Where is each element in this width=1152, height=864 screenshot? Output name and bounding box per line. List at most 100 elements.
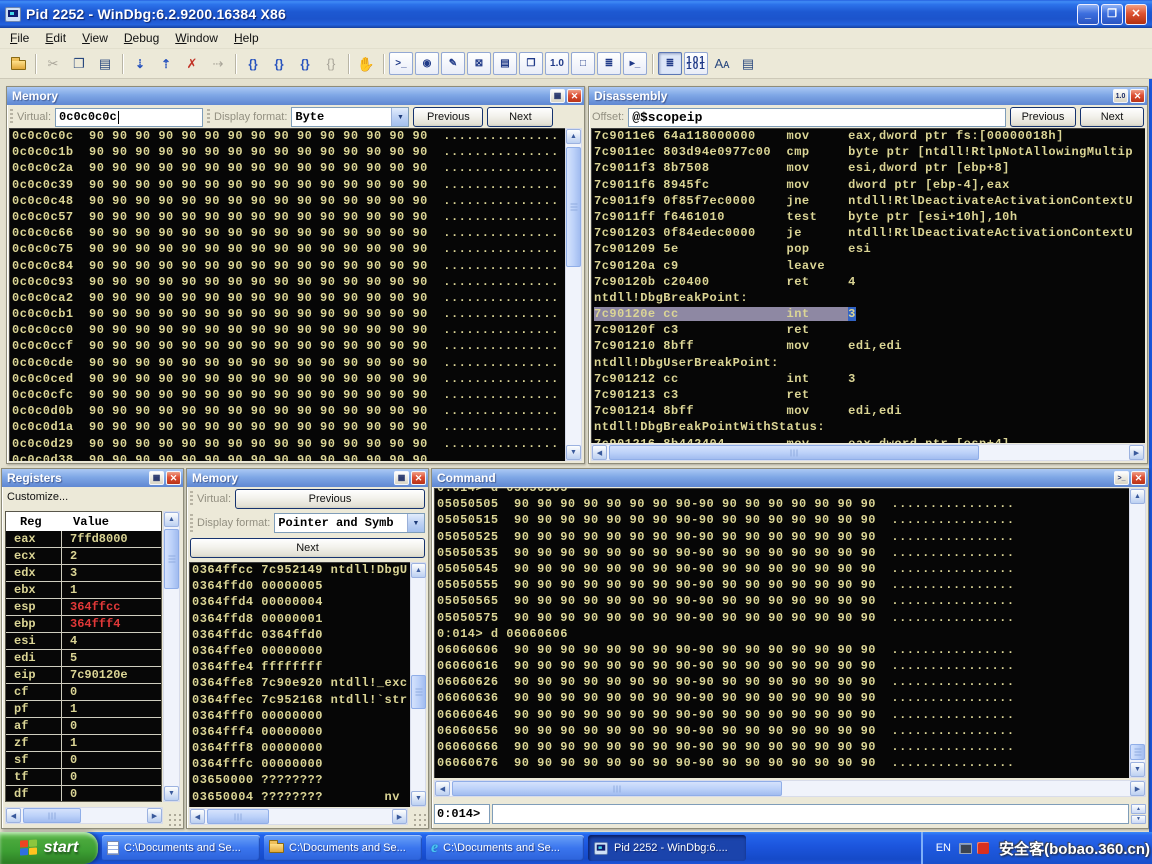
command-horizontal-scrollbar[interactable]: ◀ ▶: [434, 780, 1146, 797]
memory2-titlebar[interactable]: Memory ▦ ✕: [187, 469, 428, 487]
source-mode-button[interactable]: ≣: [658, 52, 682, 75]
scroll-right-icon[interactable]: ▶: [392, 809, 407, 824]
open-source-file-button[interactable]: [6, 52, 30, 75]
previous-button[interactable]: Previous: [413, 107, 483, 127]
scroll-down-icon[interactable]: ▼: [1130, 762, 1145, 777]
break-button[interactable]: ✋: [354, 52, 378, 75]
taskbar-task-ie[interactable]: e C:\Documents and Se...: [426, 835, 584, 861]
open-scratch-pad-button[interactable]: □: [571, 52, 595, 75]
previous-button[interactable]: Previous: [1010, 107, 1076, 127]
dock-icon[interactable]: ▦: [550, 89, 565, 103]
command-titlebar[interactable]: Command >_ ✕: [432, 469, 1148, 487]
chevron-down-icon[interactable]: ▼: [391, 108, 408, 126]
step-out-button[interactable]: {}: [293, 52, 317, 75]
tray-360-icon[interactable]: [977, 842, 989, 854]
close-icon[interactable]: ✕: [567, 89, 582, 103]
taskbar-task-notepad[interactable]: C:\Documents and Se...: [102, 835, 260, 861]
customize-button[interactable]: Customize...: [2, 487, 183, 503]
scroll-up-icon[interactable]: ▲: [164, 512, 179, 527]
previous-button[interactable]: Previous: [235, 489, 425, 509]
close-icon[interactable]: ✕: [1131, 471, 1146, 485]
scrollbar-thumb[interactable]: [1130, 744, 1145, 760]
display-format-select[interactable]: Byte ▼: [291, 107, 409, 127]
command-input[interactable]: [492, 804, 1129, 824]
command-vertical-scrollbar[interactable]: ▲ ▼: [1129, 488, 1146, 778]
open-disassembly-window-button[interactable]: 1.0: [545, 52, 569, 75]
go-handled-button[interactable]: ⇡: [154, 52, 178, 75]
menu-view[interactable]: View: [74, 29, 116, 47]
dock-icon[interactable]: >_: [1114, 471, 1129, 485]
tray-monitor-icon[interactable]: [959, 843, 972, 854]
open-registers-window-button[interactable]: ⊠: [467, 52, 491, 75]
close-button[interactable]: ✕: [1125, 4, 1147, 25]
start-button[interactable]: start: [0, 832, 98, 864]
scrollbar-thumb[interactable]: [207, 809, 269, 824]
close-icon[interactable]: ✕: [411, 471, 426, 485]
scroll-up-icon[interactable]: ▲: [1130, 489, 1145, 504]
language-indicator[interactable]: EN: [933, 840, 954, 856]
show-offsets-button[interactable]: 101 101: [684, 52, 708, 75]
step-into-button[interactable]: {}: [241, 52, 265, 75]
memory2-horizontal-scrollbar[interactable]: ◀ ▶: [189, 808, 408, 825]
menu-file[interactable]: File: [2, 29, 37, 47]
scroll-right-icon[interactable]: ▶: [1130, 781, 1145, 796]
display-format-select[interactable]: Pointer and Symb ▼: [274, 513, 425, 533]
open-command-window-button[interactable]: >_: [389, 52, 413, 75]
spin-down-icon[interactable]: ▼: [1131, 815, 1146, 825]
next-button[interactable]: Next: [190, 538, 425, 558]
options-button[interactable]: ▤: [736, 52, 760, 75]
taskbar-task-folder[interactable]: C:\Documents and Se...: [264, 835, 422, 861]
scroll-down-icon[interactable]: ▼: [411, 791, 426, 806]
memory-vertical-scrollbar[interactable]: ▲ ▼: [565, 128, 582, 461]
registers-titlebar[interactable]: Registers ▦ ✕: [2, 469, 183, 487]
scroll-up-icon[interactable]: ▲: [411, 563, 426, 578]
resize-grip[interactable]: [413, 813, 427, 827]
scroll-left-icon[interactable]: ◀: [6, 808, 21, 823]
virtual-address-input[interactable]: 0c0c0c0c: [55, 108, 203, 127]
scroll-right-icon[interactable]: ▶: [147, 808, 162, 823]
next-button[interactable]: Next: [487, 107, 553, 127]
scrollbar-thumb[interactable]: [452, 781, 782, 796]
close-icon[interactable]: ✕: [166, 471, 181, 485]
scroll-down-icon[interactable]: ▼: [566, 445, 581, 460]
scroll-up-icon[interactable]: ▲: [566, 129, 581, 144]
dock-icon[interactable]: 1.0: [1113, 89, 1128, 103]
chevron-down-icon[interactable]: ▼: [407, 514, 424, 532]
next-button[interactable]: Next: [1080, 107, 1144, 127]
scrollbar-thumb[interactable]: [164, 529, 179, 589]
open-locals-window-button[interactable]: ✎: [441, 52, 465, 75]
scrollbar-thumb[interactable]: [609, 445, 979, 460]
go-button[interactable]: ⇣: [128, 52, 152, 75]
scrollbar-thumb[interactable]: [23, 808, 81, 823]
minimize-button[interactable]: _: [1077, 4, 1099, 25]
step-over-button[interactable]: {}: [267, 52, 291, 75]
scrollbar-thumb[interactable]: [566, 147, 581, 267]
scroll-right-icon[interactable]: ▶: [1129, 445, 1144, 460]
registers-vertical-scrollbar[interactable]: ▲ ▼: [163, 511, 180, 802]
copy-button[interactable]: ❐: [67, 52, 91, 75]
disassembly-horizontal-scrollbar[interactable]: ◀ ▶: [591, 444, 1145, 461]
restore-button[interactable]: ❐: [1101, 4, 1123, 25]
close-icon[interactable]: ✕: [1130, 89, 1145, 103]
menu-debug[interactable]: Debug: [116, 29, 167, 47]
menu-window[interactable]: Window: [167, 29, 226, 47]
scroll-left-icon[interactable]: ◀: [435, 781, 450, 796]
memory2-vertical-scrollbar[interactable]: ▲ ▼: [410, 562, 426, 807]
spin-up-icon[interactable]: ▲: [1131, 804, 1146, 814]
scroll-down-icon[interactable]: ▼: [164, 786, 179, 801]
dock-icon[interactable]: ▦: [394, 471, 409, 485]
open-memory-window-button[interactable]: ▤: [493, 52, 517, 75]
registers-horizontal-scrollbar[interactable]: ◀ ▶: [5, 807, 163, 824]
scroll-left-icon[interactable]: ◀: [190, 809, 205, 824]
cut-button[interactable]: ✂: [41, 52, 65, 75]
scroll-left-icon[interactable]: ◀: [592, 445, 607, 460]
menu-edit[interactable]: Edit: [37, 29, 74, 47]
open-watch-window-button[interactable]: ◉: [415, 52, 439, 75]
paste-button[interactable]: ▤: [93, 52, 117, 75]
open-command-browser-button[interactable]: ▸_: [623, 52, 647, 75]
open-processes-window-button[interactable]: ≣: [597, 52, 621, 75]
scrollbar-thumb[interactable]: [411, 675, 426, 709]
restart-button[interactable]: ⇢: [206, 52, 230, 75]
offset-input[interactable]: @$scopeip: [628, 108, 1006, 127]
disassembly-titlebar[interactable]: Disassembly 1.0 ✕: [589, 87, 1147, 105]
